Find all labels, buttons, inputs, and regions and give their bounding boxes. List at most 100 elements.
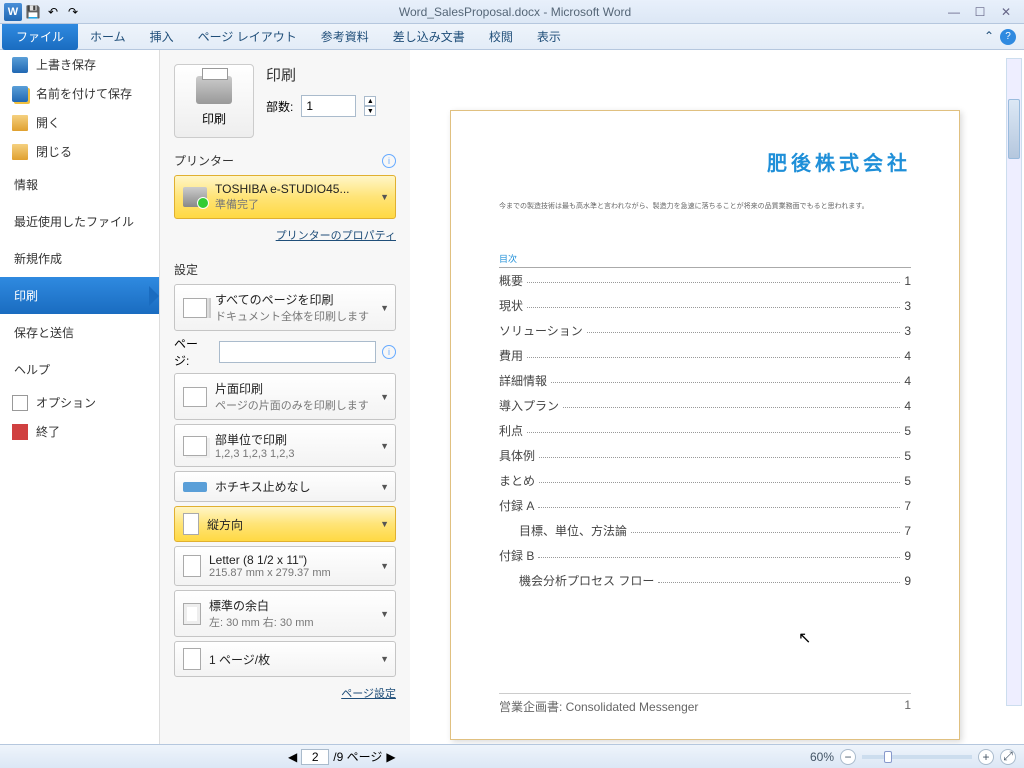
options-icon <box>12 395 28 411</box>
printer-icon <box>196 76 232 104</box>
printer-properties-link[interactable]: プリンターのプロパティ <box>174 223 396 247</box>
margins-icon <box>183 603 201 625</box>
toc-line: 利点5 <box>499 418 911 443</box>
toc-line: 機会分析プロセス フロー9 <box>499 568 911 593</box>
tab-layout[interactable]: ページ レイアウト <box>186 28 309 45</box>
tab-view[interactable]: 表示 <box>525 28 573 45</box>
close-icon <box>12 144 28 160</box>
toc-line: 詳細情報4 <box>499 368 911 393</box>
page-setup-link[interactable]: ページ設定 <box>174 681 396 705</box>
perpage-selector[interactable]: 1 ページ/枚▼ <box>174 641 396 677</box>
tab-insert[interactable]: 挿入 <box>138 28 186 45</box>
help-icon[interactable]: ? <box>1000 29 1016 45</box>
tab-file[interactable]: ファイル <box>2 24 78 50</box>
maximize-icon[interactable]: ☐ <box>970 5 990 19</box>
orientation-selector[interactable]: 縦方向▼ <box>174 506 396 542</box>
zoom-slider[interactable] <box>862 755 972 759</box>
info-icon[interactable]: i <box>382 154 396 168</box>
sidebar-item-share[interactable]: 保存と送信 <box>0 314 159 351</box>
tab-references[interactable]: 参考資料 <box>309 28 381 45</box>
copies-spinner[interactable]: ▲▼ <box>364 96 376 116</box>
toc-heading: 目次 <box>499 250 911 268</box>
footer-right: 1 <box>904 698 911 715</box>
toc-line: 現状3 <box>499 293 911 318</box>
open-icon <box>12 115 28 131</box>
scrollbar-thumb[interactable] <box>1008 99 1020 159</box>
window-controls: — ☐ ✕ <box>944 5 1024 19</box>
portrait-icon <box>183 513 199 535</box>
prev-page-icon[interactable]: ◀ <box>288 750 297 764</box>
tab-mailings[interactable]: 差し込み文書 <box>381 28 477 45</box>
tab-home[interactable]: ホーム <box>78 28 138 45</box>
app-icon[interactable]: W <box>4 3 22 21</box>
next-page-icon[interactable]: ▶ <box>386 750 395 764</box>
save-icon[interactable]: 💾 <box>24 3 42 21</box>
printer-selector[interactable]: TOSHIBA e-STUDIO45...準備完了 ▼ <box>174 175 396 219</box>
paper-selector[interactable]: Letter (8 1/2 x 11")215.87 mm x 279.37 m… <box>174 546 396 586</box>
sidebar-item-help[interactable]: ヘルプ <box>0 351 159 388</box>
minimize-icon[interactable]: — <box>944 5 964 19</box>
pages-icon <box>183 298 207 318</box>
print-range-selector[interactable]: すべてのページを印刷ドキュメント全体を印刷します▼ <box>174 284 396 331</box>
fit-page-button[interactable]: ⤢ <box>1000 749 1016 765</box>
save-icon <box>12 57 28 73</box>
margins-selector[interactable]: 標準の余白左: 30 mm 右: 30 mm▼ <box>174 590 396 637</box>
sidebar-item-save[interactable]: 上書き保存 <box>0 50 159 79</box>
exit-icon <box>12 424 28 440</box>
saveas-icon <box>12 86 28 102</box>
sidebar-item-exit[interactable]: 終了 <box>0 417 159 446</box>
collate-icon <box>183 436 207 456</box>
status-bar: ◀ /9 ページ ▶ 60% − + ⤢ <box>0 744 1024 768</box>
preview-scrollbar[interactable] <box>1006 58 1022 706</box>
copies-input[interactable] <box>301 95 356 117</box>
tab-review[interactable]: 校閲 <box>477 28 525 45</box>
page-total: /9 ページ <box>333 748 382 765</box>
sides-selector[interactable]: 片面印刷ページの片面のみを印刷します▼ <box>174 373 396 420</box>
perpage-icon <box>183 648 201 670</box>
zoom-level[interactable]: 60% <box>810 750 834 764</box>
zoom-out-button[interactable]: − <box>840 749 856 765</box>
settings-heading: 設定 <box>174 261 198 278</box>
staple-icon <box>183 482 207 492</box>
info-icon[interactable]: i <box>382 345 396 359</box>
pages-input[interactable] <box>219 341 376 363</box>
sidebar-item-options[interactable]: オプション <box>0 388 159 417</box>
sidebar-item-recent[interactable]: 最近使用したファイル <box>0 203 159 240</box>
toc-line: 費用4 <box>499 343 911 368</box>
redo-icon[interactable]: ↷ <box>64 3 82 21</box>
copies-label: 部数: <box>266 98 293 115</box>
toc-line: 付録 B9 <box>499 543 911 568</box>
zoom-slider-handle[interactable] <box>884 751 892 763</box>
print-button[interactable]: 印刷 <box>174 64 254 138</box>
sidebar-item-close[interactable]: 閉じる <box>0 137 159 166</box>
sidebar-item-saveas[interactable]: 名前を付けて保存 <box>0 79 159 108</box>
close-icon[interactable]: ✕ <box>996 5 1016 19</box>
minimize-ribbon-icon[interactable]: ⌃ <box>984 29 994 45</box>
page-input[interactable] <box>301 749 329 765</box>
pages-label: ページ: <box>174 335 213 369</box>
doc-company: 肥後株式会社 <box>499 147 911 176</box>
title-bar: W 💾 ↶ ↷ Word_SalesProposal.docx - Micros… <box>0 0 1024 24</box>
sidebar-item-new[interactable]: 新規作成 <box>0 240 159 277</box>
toc-line: 付録 A7 <box>499 493 911 518</box>
backstage-sidebar: 上書き保存 名前を付けて保存 開く 閉じる 情報 最近使用したファイル 新規作成… <box>0 50 160 746</box>
ribbon-tabs: ファイル ホーム 挿入 ページ レイアウト 参考資料 差し込み文書 校閲 表示 … <box>0 24 1024 50</box>
toc-line: ソリューション3 <box>499 318 911 343</box>
zoom-controls: 60% − + ⤢ <box>810 749 1016 765</box>
collate-selector[interactable]: 部単位で印刷1,2,3 1,2,3 1,2,3▼ <box>174 424 396 467</box>
sidebar-item-print[interactable]: 印刷 <box>0 277 159 314</box>
oneside-icon <box>183 387 207 407</box>
staple-selector[interactable]: ホチキス止めなし▼ <box>174 471 396 502</box>
doc-intro: 今までの製造技術は最も高水準と言われながら、製造力を急速に落ちることが将来の品質… <box>499 202 911 212</box>
printer-status-icon <box>183 187 207 207</box>
undo-icon[interactable]: ↶ <box>44 3 62 21</box>
print-button-label: 印刷 <box>202 110 226 127</box>
paper-icon <box>183 555 201 577</box>
sidebar-item-open[interactable]: 開く <box>0 108 159 137</box>
print-settings-panel: 印刷 印刷 部数: ▲▼ プリンターi TOSHIBA e-STUDIO45..… <box>160 50 410 746</box>
sidebar-item-info[interactable]: 情報 <box>0 166 159 203</box>
print-preview: 肥後株式会社 今までの製造技術は最も高水準と言われながら、製造力を急速に落ちるこ… <box>410 50 1024 746</box>
zoom-in-button[interactable]: + <box>978 749 994 765</box>
window-title: Word_SalesProposal.docx - Microsoft Word <box>86 5 944 19</box>
toc-line: 導入プラン4 <box>499 393 911 418</box>
